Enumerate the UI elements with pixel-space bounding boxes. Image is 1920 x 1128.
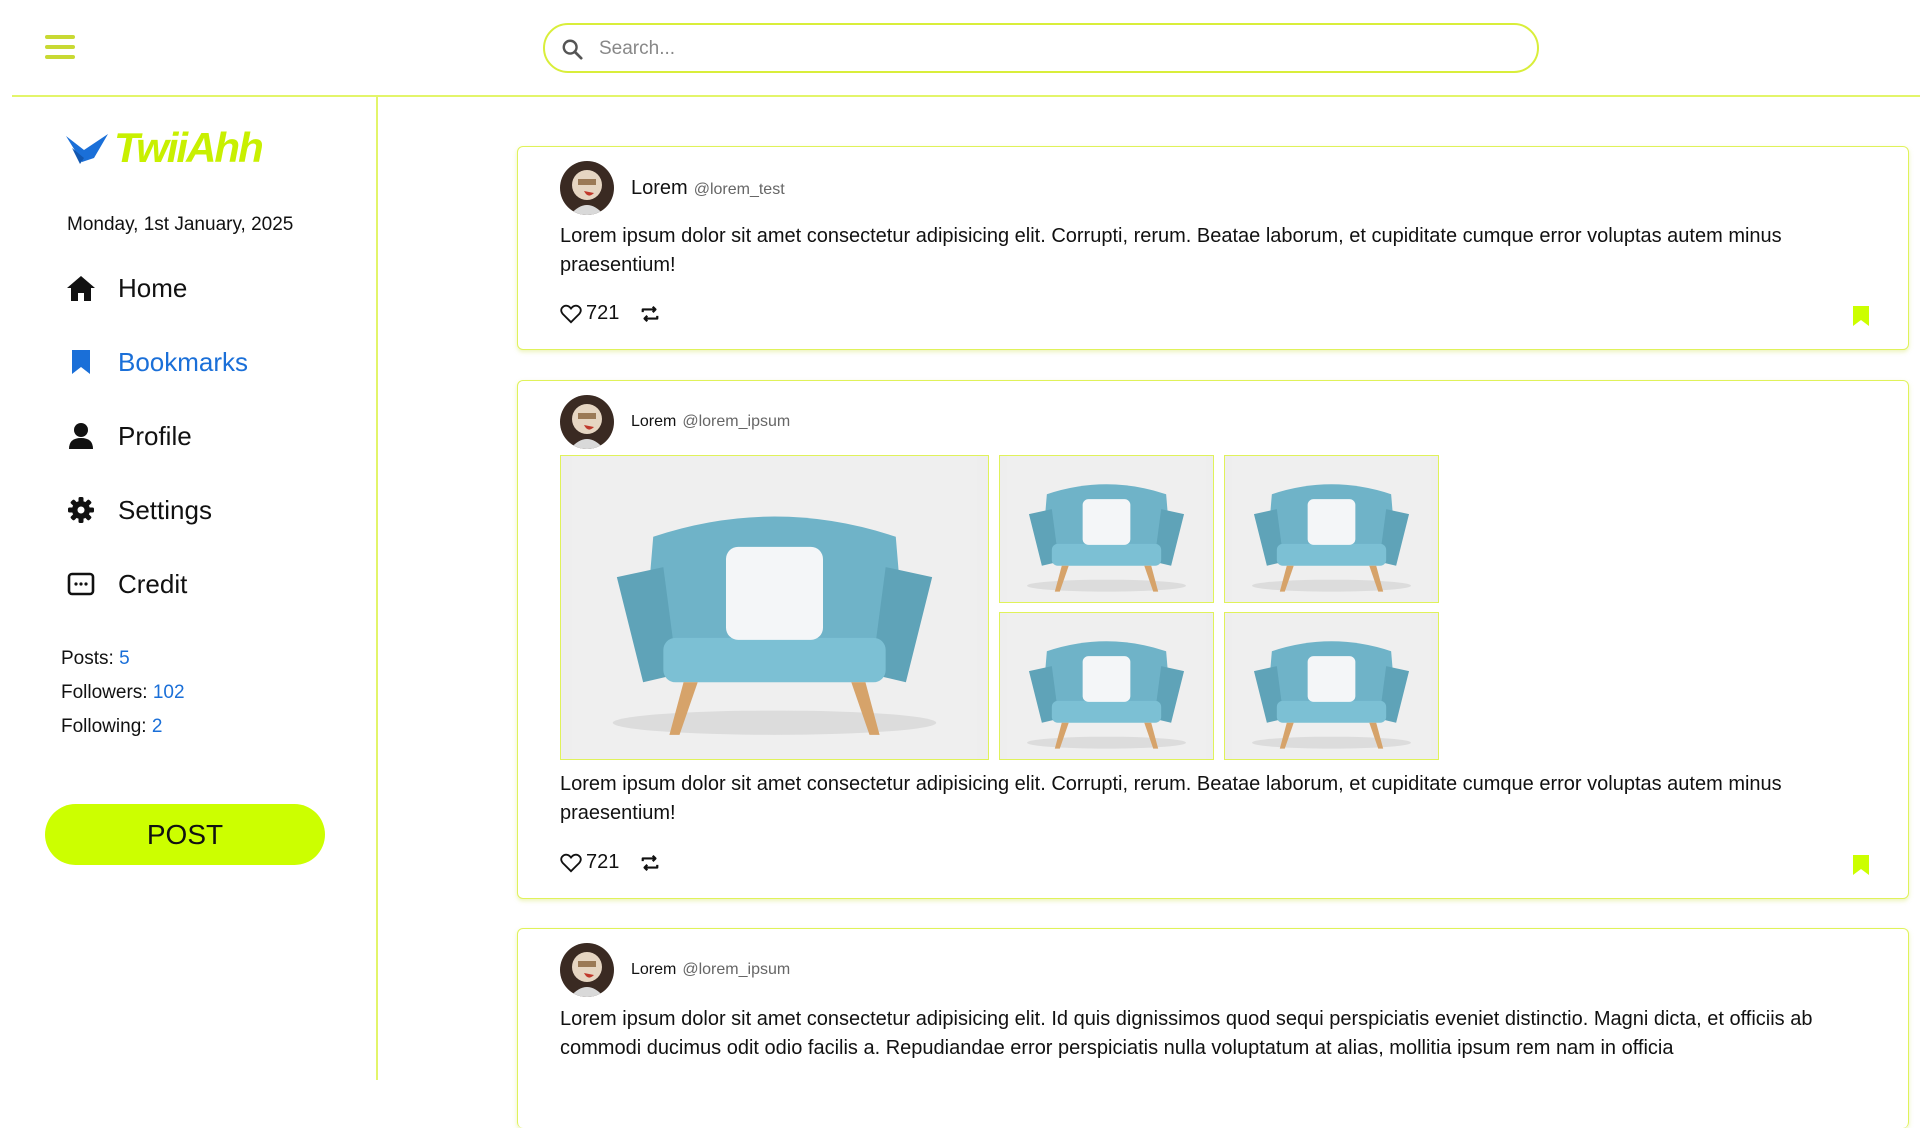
followers-stat: Followers: 102 [61,682,185,703]
heart-icon[interactable] [560,853,582,873]
nav-bookmarks[interactable]: Bookmarks [64,342,248,382]
author-handle[interactable]: @lorem_ipsum [682,413,790,431]
posts-stat: Posts: 5 [61,648,130,669]
avatar[interactable] [560,161,614,215]
like-count: 721 [586,851,620,873]
nav-credit-label: Credit [118,568,188,599]
bookmark-icon [64,345,98,379]
like-count: 721 [586,302,620,324]
author-name[interactable]: Lorem [631,961,676,979]
bookmark-icon[interactable] [1852,854,1870,876]
armchair-image[interactable] [1224,455,1439,603]
posts-count[interactable]: 5 [119,648,130,669]
user-icon [64,419,98,453]
author-handle[interactable]: @lorem_ipsum [682,961,790,979]
gear-icon [64,493,98,527]
post-actions: 721 [560,851,661,874]
post-text: Lorem ipsum dolor sit amet consectetur a… [560,225,1782,276]
followers-count[interactable]: 102 [153,682,185,703]
top-bar [12,0,1920,97]
avatar[interactable] [560,395,614,449]
logo-text: TwiiAhh [114,124,264,171]
nav-profile[interactable]: Profile [64,416,192,456]
sidebar: TwiiAhh Monday, 1st January, 2025 Home B… [12,96,378,1080]
nav-settings-label: Settings [118,494,212,525]
armchair-image[interactable] [560,455,989,760]
avatar[interactable] [560,943,614,997]
post-button[interactable]: POST [45,804,325,865]
search-bar[interactable] [543,23,1539,73]
bird-logo-icon [66,134,108,164]
home-icon [64,271,98,305]
post-author[interactable]: Lorem @lorem_ipsum [631,413,790,431]
nav-home-label: Home [118,272,188,303]
post-card[interactable]: Lorem @lorem_test Lorem ipsum dolor sit … [517,146,1909,350]
post-actions: 721 [560,302,661,325]
post-author[interactable]: Lorem @lorem_ipsum [631,961,790,979]
logo[interactable]: TwiiAhh [64,124,304,171]
nav-home[interactable]: Home [64,268,187,308]
author-name[interactable]: Lorem [631,177,688,200]
hamburger-menu-icon[interactable] [45,35,75,59]
repost-icon[interactable] [639,853,661,873]
nav-profile-label: Profile [118,420,192,451]
search-icon [562,39,583,60]
bookmark-icon[interactable] [1852,305,1870,327]
nav-credit[interactable]: Credit [64,564,187,604]
search-input[interactable] [597,31,1521,67]
post-text: Lorem ipsum dolor sit amet consectetur a… [560,1008,1813,1059]
profile-stats: Posts: 5 Followers: 102 Following: 2 [61,642,185,744]
repost-icon[interactable] [639,304,661,324]
nav-bookmarks-label: Bookmarks [118,346,249,377]
post-card[interactable]: Lorem @lorem_ipsum Lorem ipsum dolor sit… [517,380,1909,899]
current-date: Monday, 1st January, 2025 [67,214,294,235]
author-name[interactable]: Lorem [631,413,676,431]
nav-settings[interactable]: Settings [64,490,212,530]
post-text: Lorem ipsum dolor sit amet consectetur a… [560,773,1782,824]
credit-icon [64,567,98,601]
author-handle[interactable]: @lorem_test [694,181,785,199]
heart-icon[interactable] [560,304,582,324]
post-card[interactable]: Lorem @lorem_ipsum Lorem ipsum dolor sit… [517,928,1909,1128]
following-count[interactable]: 2 [152,716,163,737]
armchair-image[interactable] [999,612,1214,760]
armchair-image[interactable] [1224,612,1439,760]
armchair-image[interactable] [999,455,1214,603]
following-stat: Following: 2 [61,716,163,737]
post-author[interactable]: Lorem @lorem_test [631,177,785,200]
